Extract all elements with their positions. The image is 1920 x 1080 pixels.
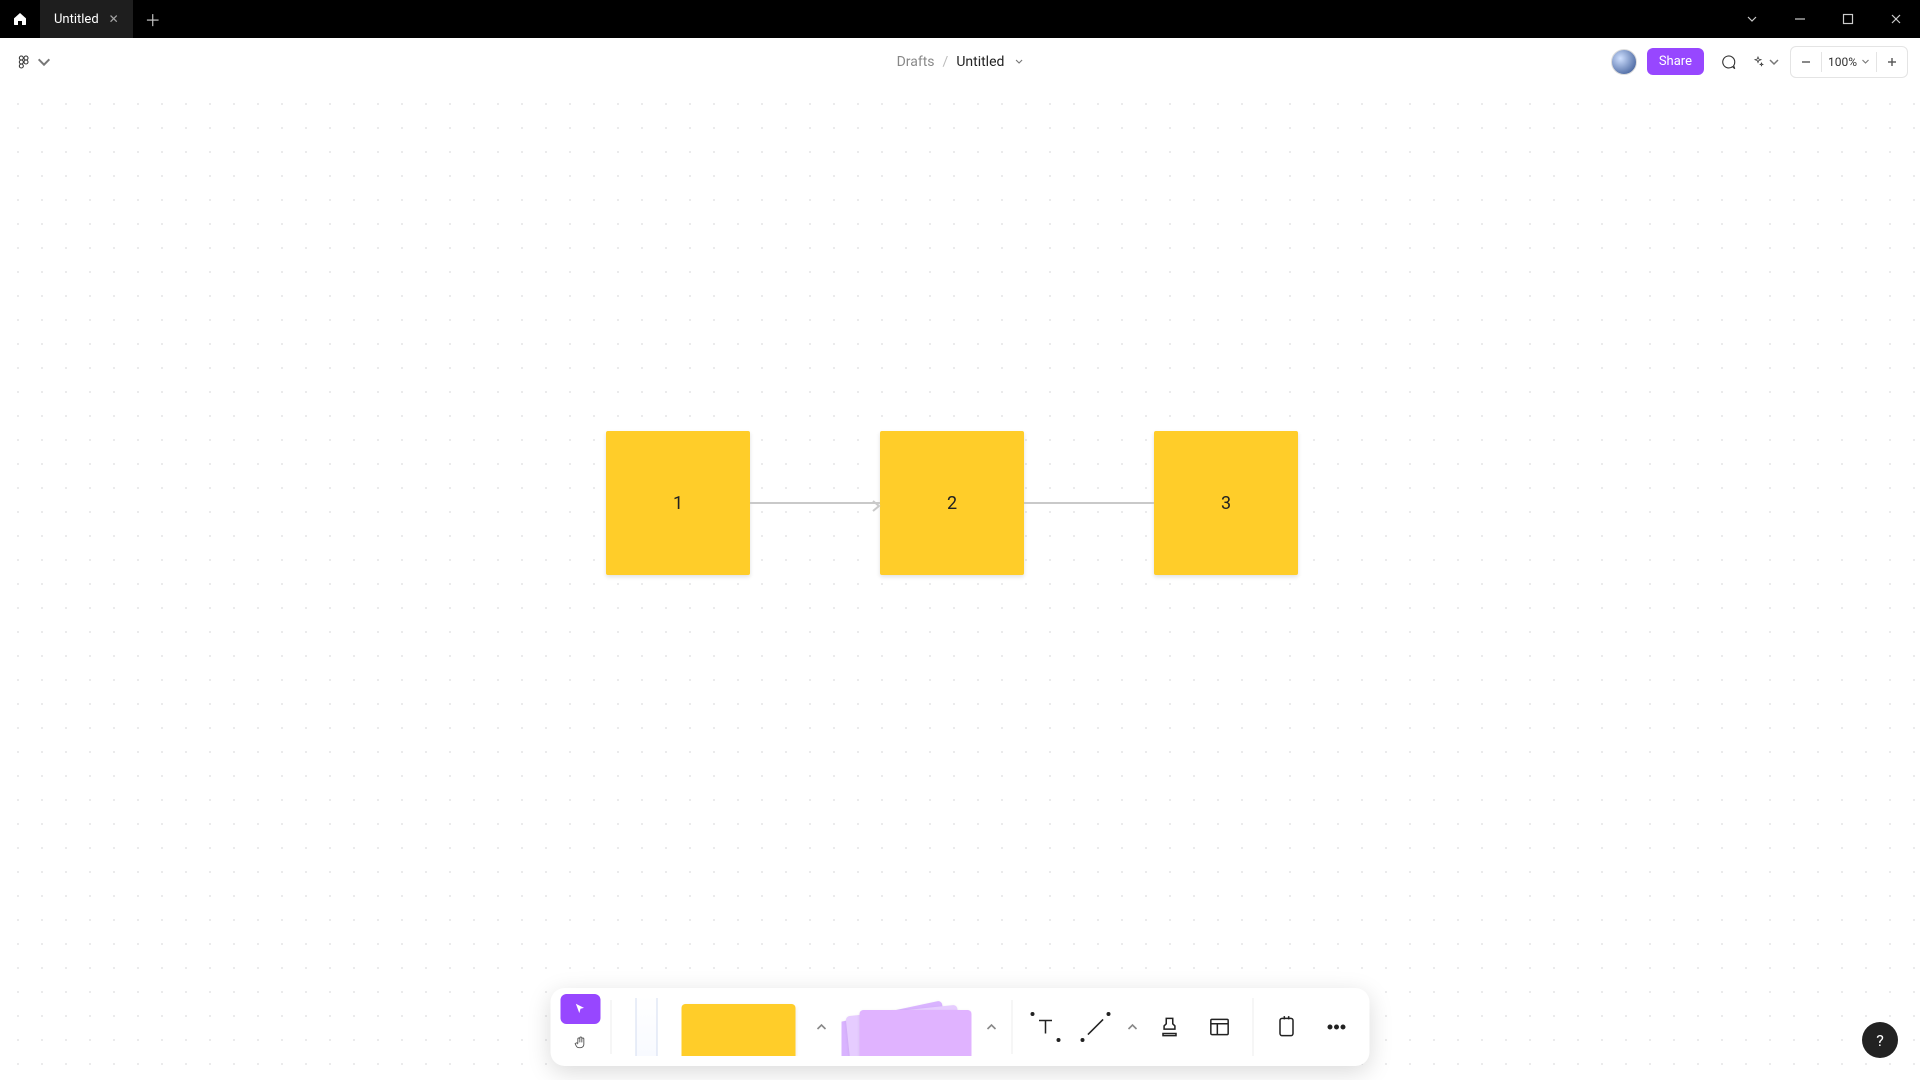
window-maximize-button[interactable] [1824, 0, 1872, 38]
arrowhead-icon [869, 497, 881, 516]
zoom-level-dropdown[interactable]: 100% [1822, 55, 1876, 69]
zoom-in-button[interactable] [1877, 47, 1907, 77]
more-tools-button[interactable] [1314, 1004, 1360, 1050]
sticky-label: 2 [947, 493, 957, 514]
zoom-controls: 100% [1790, 46, 1908, 78]
canvas[interactable]: 1 2 3 [0, 86, 1920, 1080]
home-button[interactable] [0, 0, 40, 38]
bottom-toolbar [551, 988, 1370, 1066]
shape-tool[interactable] [842, 998, 972, 1056]
figma-menu-button[interactable] [12, 50, 56, 74]
pointer-tools [561, 994, 601, 1056]
document-tab[interactable]: Untitled ✕ [40, 0, 133, 38]
chevron-down-icon[interactable] [1014, 57, 1023, 66]
sticky-label: 3 [1221, 493, 1231, 514]
tab-title: Untitled [54, 12, 99, 27]
titlebar: Untitled ✕ ＋ [0, 0, 1920, 38]
titlebar-left: Untitled ✕ ＋ [0, 0, 173, 38]
hand-tool[interactable] [561, 1030, 601, 1056]
insert-tools [1023, 998, 1360, 1056]
comments-button[interactable] [1714, 48, 1742, 76]
help-label: ? [1876, 1031, 1884, 1050]
widgets-tool[interactable] [1264, 1004, 1310, 1050]
breadcrumb-separator: / [943, 54, 949, 70]
app-header: Drafts / Untitled Share 100% [0, 38, 1920, 86]
section-tool[interactable] [1197, 1004, 1243, 1050]
close-tab-icon[interactable]: ✕ [109, 12, 119, 26]
help-button[interactable]: ? [1862, 1022, 1898, 1058]
zoom-level-label: 100% [1828, 55, 1857, 69]
share-button[interactable]: Share [1647, 48, 1704, 75]
connector-options-chevron[interactable] [1123, 1004, 1143, 1050]
connector-tool[interactable] [1073, 1004, 1119, 1050]
new-tab-button[interactable]: ＋ [133, 7, 173, 31]
connector-line[interactable] [750, 502, 880, 504]
sticky-note[interactable]: 3 [1154, 431, 1298, 575]
toolbar-divider [1012, 1000, 1013, 1054]
window-close-button[interactable] [1872, 0, 1920, 38]
header-right: Share 100% [1611, 46, 1908, 78]
select-tool[interactable] [561, 994, 601, 1024]
sticky-options-chevron[interactable] [812, 998, 832, 1056]
user-avatar[interactable] [1611, 49, 1637, 75]
sticky-note-tool[interactable] [682, 998, 802, 1056]
sticky-note[interactable]: 1 [606, 431, 750, 575]
window-minimize-button[interactable] [1776, 0, 1824, 38]
toolbar-divider [611, 1000, 612, 1054]
toolbar-divider [1253, 998, 1254, 1056]
dot-grid [0, 86, 1920, 1080]
marker-tool[interactable] [622, 998, 672, 1056]
pencil-icon [636, 998, 658, 1056]
stamp-tool[interactable] [1147, 1004, 1193, 1050]
window-dropdown-button[interactable] [1728, 0, 1776, 38]
text-tool[interactable] [1023, 1004, 1069, 1050]
sticky-label: 1 [673, 493, 683, 514]
titlebar-right [1728, 0, 1920, 38]
breadcrumb[interactable]: Drafts / Untitled [897, 54, 1024, 70]
connector-line[interactable] [1024, 502, 1154, 504]
sticky-swatch [682, 1004, 796, 1056]
shape-options-chevron[interactable] [982, 998, 1002, 1056]
ai-actions-button[interactable] [1752, 48, 1780, 76]
sticky-note[interactable]: 2 [880, 431, 1024, 575]
zoom-out-button[interactable] [1791, 47, 1821, 77]
shape-stack-icon [860, 1010, 972, 1056]
breadcrumb-root[interactable]: Drafts [897, 54, 935, 70]
header-left [12, 50, 56, 74]
breadcrumb-title[interactable]: Untitled [956, 54, 1004, 70]
